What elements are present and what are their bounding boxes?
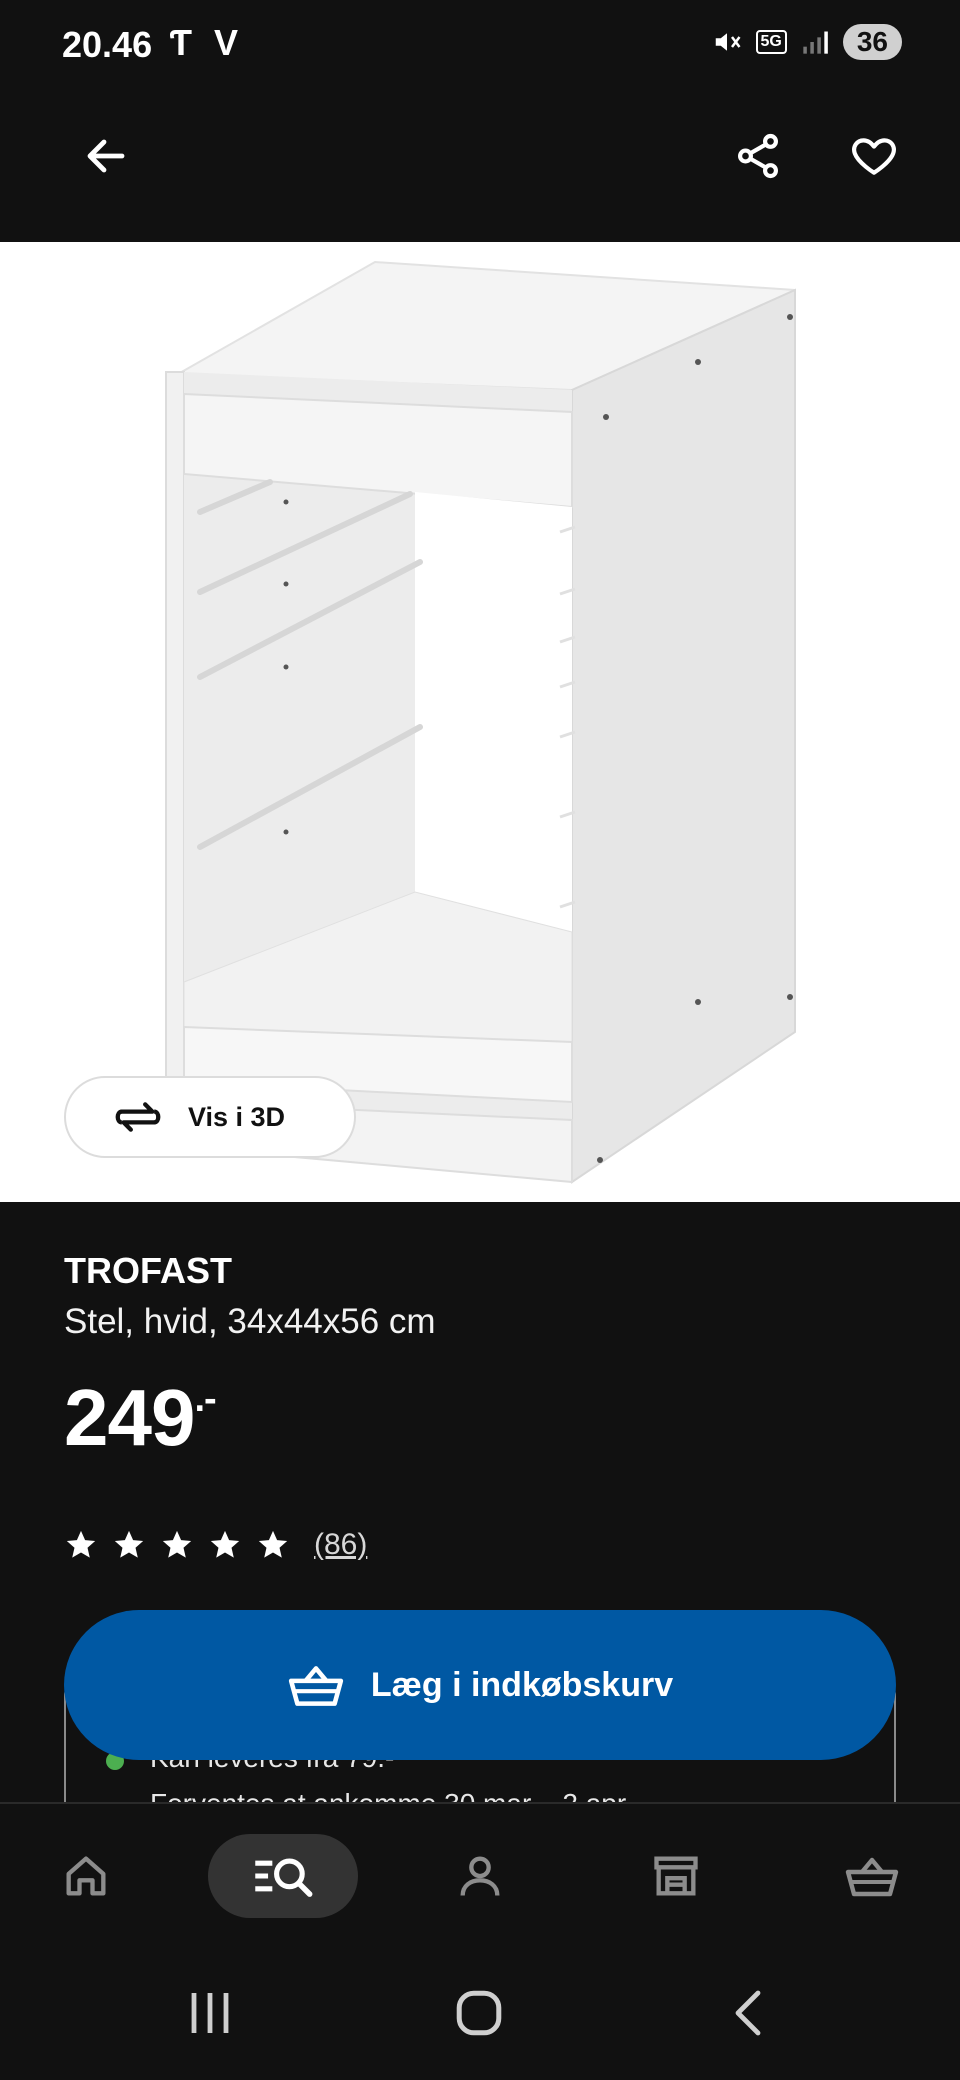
status-time: 20.46 xyxy=(62,24,153,65)
store-icon xyxy=(654,1856,698,1896)
status-bar: 20.46 Ƭ V 5G 36 xyxy=(0,0,960,92)
product-illustration xyxy=(165,260,796,1184)
product-price: 249.- xyxy=(64,1372,217,1464)
nav-stores[interactable] xyxy=(634,1834,718,1918)
star-icon xyxy=(114,1530,144,1558)
cart-icon xyxy=(845,1857,899,1897)
top-app-bar xyxy=(0,92,960,242)
product-name: TROFAST xyxy=(64,1250,232,1291)
rating-row[interactable]: (86) xyxy=(64,1528,367,1562)
review-count[interactable]: (86) xyxy=(314,1528,367,1562)
network-badge: 5G xyxy=(755,30,787,54)
mute-icon xyxy=(715,33,740,51)
back-button[interactable] xyxy=(66,116,146,196)
price-main: 249 xyxy=(64,1373,195,1462)
tesla-icon: Ƭ xyxy=(170,22,192,63)
profile-icon xyxy=(460,1856,500,1896)
status-indicators: 5G 36 xyxy=(712,24,902,60)
favorite-button[interactable] xyxy=(834,116,914,196)
star-icon xyxy=(258,1530,288,1558)
nav-profile[interactable] xyxy=(438,1834,522,1918)
view-3d-label: Vis i 3D xyxy=(188,1101,286,1132)
rotate-3d-icon xyxy=(115,1102,161,1132)
system-navigation xyxy=(0,1952,960,2080)
add-to-cart-label: Læg i indkøbskurv xyxy=(370,1665,674,1704)
back-system-icon[interactable] xyxy=(728,1988,768,2038)
basket-icon xyxy=(288,1666,343,1706)
bottom-navigation xyxy=(0,1802,960,1954)
battery-indicator: 36 xyxy=(842,24,902,60)
share-icon xyxy=(738,133,778,179)
nav-cart[interactable] xyxy=(830,1834,914,1918)
nav-home[interactable] xyxy=(44,1834,128,1918)
star-icon xyxy=(162,1530,192,1558)
recent-apps-icon[interactable] xyxy=(188,1988,232,2038)
star-icon xyxy=(66,1530,96,1558)
home-system-icon[interactable] xyxy=(454,1988,504,2038)
back-arrow-icon xyxy=(87,139,125,173)
search-browse-icon xyxy=(255,1858,313,1897)
view-3d-button[interactable]: Vis i 3D xyxy=(64,1076,356,1158)
share-button[interactable] xyxy=(718,116,798,196)
signal-icon xyxy=(803,31,828,54)
app-notification-icon: V xyxy=(214,22,239,63)
star-icon xyxy=(210,1530,240,1558)
add-to-cart-button[interactable]: Læg i indkøbskurv xyxy=(64,1610,896,1760)
nav-browse[interactable] xyxy=(208,1834,358,1918)
heart-icon xyxy=(852,138,896,175)
product-description: Stel, hvid, 34x44x56 cm xyxy=(64,1302,436,1341)
home-icon xyxy=(66,1856,106,1896)
price-decimal: .- xyxy=(194,1378,216,1420)
product-image[interactable] xyxy=(0,242,960,1202)
